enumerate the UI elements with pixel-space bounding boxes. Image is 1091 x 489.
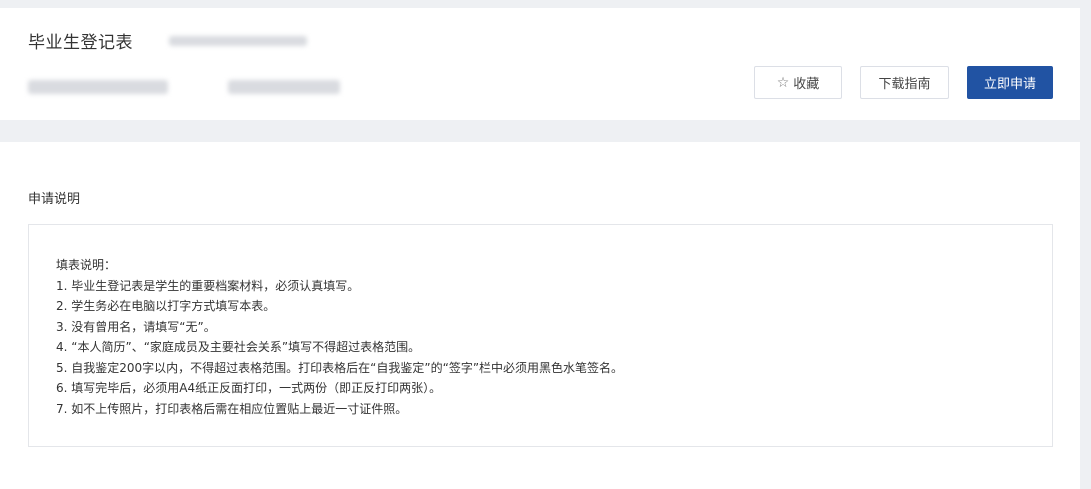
favorite-label: 收藏 bbox=[793, 77, 820, 92]
instruction-item: 2. 学生务必在电脑以打字方式填写本表。 bbox=[56, 299, 276, 313]
apply-now-button[interactable]: 立即申请 bbox=[967, 66, 1053, 99]
section-title: 申请说明 bbox=[28, 192, 81, 207]
download-guide-button[interactable]: 下载指南 bbox=[860, 66, 949, 99]
favorite-button[interactable]: ☆ 收藏 bbox=[754, 66, 842, 99]
main-card: 申请说明 填表说明： 1. 毕业生登记表是学生的重要档案材料，必须认真填写。 2… bbox=[0, 142, 1080, 489]
instruction-item: 5. 自我鉴定200字以内，不得超过表格范围。打印表格后在“自我鉴定”的“签字”… bbox=[56, 360, 624, 375]
instruction-item: 7. 如不上传照片，打印表格后需在相应位置贴上最近一寸证件照。 bbox=[56, 401, 408, 416]
instructions-heading: 填表说明： bbox=[56, 258, 117, 272]
star-icon: ☆ bbox=[776, 74, 790, 91]
instruction-item: 1. 毕业生登记表是学生的重要档案材料，必须认真填写。 bbox=[56, 278, 360, 293]
title-row: 毕业生登记表 bbox=[28, 28, 307, 53]
header-card: 毕业生登记表 ☆ 收藏 下载指南 立即申请 bbox=[0, 8, 1080, 120]
instruction-item: 3. 没有曾用名，请填写“无”。 bbox=[56, 319, 216, 334]
redacted-meta-1 bbox=[28, 80, 168, 94]
instruction-item: 6. 填写完毕后，必须用A4纸正反面打印，一式两份（即正反打印两张）。 bbox=[56, 381, 442, 395]
instructions-box: 填表说明： 1. 毕业生登记表是学生的重要档案材料，必须认真填写。 2. 学生务… bbox=[28, 224, 1053, 447]
page-title: 毕业生登记表 bbox=[28, 33, 133, 53]
download-guide-label: 下载指南 bbox=[878, 77, 931, 92]
instruction-item: 4. “本人简历”、“家庭成员及主要社会关系”填写不得超过表格范围。 bbox=[56, 340, 421, 354]
apply-now-label: 立即申请 bbox=[983, 77, 1036, 92]
redacted-meta-2 bbox=[228, 80, 340, 94]
instructions-body: 填表说明： 1. 毕业生登记表是学生的重要档案材料，必须认真填写。 2. 学生务… bbox=[56, 255, 623, 419]
redacted-title-info bbox=[169, 35, 307, 46]
meta-row bbox=[28, 80, 340, 94]
